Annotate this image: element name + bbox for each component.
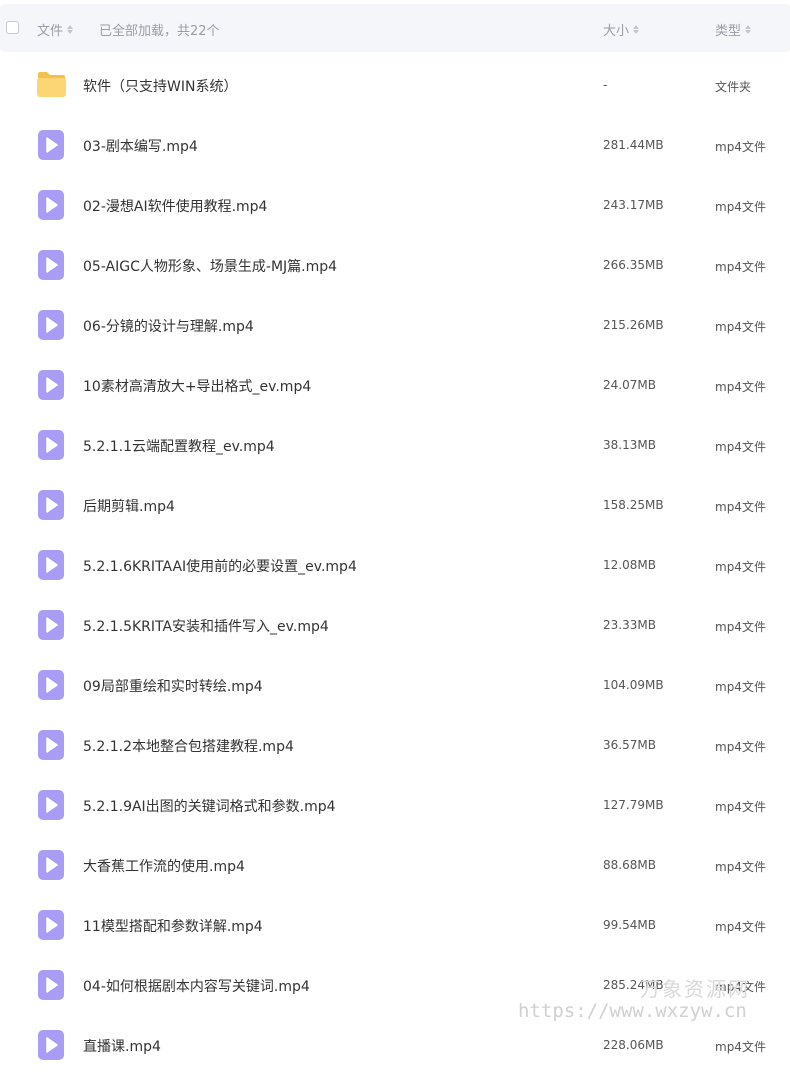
sort-arrows-icon	[67, 25, 74, 34]
file-row[interactable]: 10素材高清放大+导出格式_ev.mp4 24.07MB mp4文件	[0, 355, 790, 415]
file-type: mp4文件	[715, 680, 766, 694]
file-row[interactable]: 05-AIGC人物形象、场景生成-MJ篇.mp4 266.35MB mp4文件	[0, 235, 790, 295]
video-file-icon	[38, 310, 64, 340]
video-file-icon	[38, 550, 64, 580]
file-type: mp4文件	[715, 140, 766, 154]
file-name[interactable]: 5.2.1.2本地整合包搭建教程.mp4	[83, 736, 294, 756]
file-size: 266.35MB	[603, 258, 664, 272]
video-file-icon	[38, 190, 64, 220]
file-type: mp4文件	[715, 860, 766, 874]
video-file-icon	[38, 250, 64, 280]
file-list-header: 文件 已全部加载，共22个 大小 类型	[0, 4, 790, 52]
file-size: 23.33MB	[603, 618, 656, 632]
file-type: mp4文件	[715, 560, 766, 574]
file-size: 88.68MB	[603, 858, 656, 872]
video-file-icon	[38, 910, 64, 940]
file-row[interactable]: 5.2.1.1云端配置教程_ev.mp4 38.13MB mp4文件	[0, 415, 790, 475]
file-row[interactable]: 直播课.mp4 228.06MB mp4文件	[0, 1015, 790, 1075]
file-row[interactable]: 大香蕉工作流的使用.mp4 88.68MB mp4文件	[0, 835, 790, 895]
video-file-icon	[38, 850, 64, 880]
video-file-icon	[38, 1030, 64, 1060]
name-column-label: 文件	[37, 24, 64, 39]
file-name[interactable]: 大香蕉工作流的使用.mp4	[83, 856, 245, 876]
type-column-label: 类型	[715, 24, 742, 39]
video-file-icon	[38, 670, 64, 700]
file-name[interactable]: 04-如何根据剧本内容写关键词.mp4	[83, 976, 310, 996]
video-file-icon	[38, 730, 64, 760]
video-file-icon	[38, 490, 64, 520]
file-size: 228.06MB	[603, 1038, 664, 1052]
file-row[interactable]: 03-剧本编写.mp4 281.44MB mp4文件	[0, 115, 790, 175]
file-type: mp4文件	[715, 440, 766, 454]
file-size: 127.79MB	[603, 798, 664, 812]
folder-icon	[37, 72, 66, 97]
sort-arrows-icon	[633, 25, 640, 34]
file-size: 36.57MB	[603, 738, 656, 752]
sort-by-size[interactable]: 大小	[603, 20, 640, 39]
file-size: 12.08MB	[603, 558, 656, 572]
video-file-icon	[38, 130, 64, 160]
video-file-icon	[38, 430, 64, 460]
file-name[interactable]: 5.2.1.9AI出图的关键词格式和参数.mp4	[83, 796, 336, 816]
file-type: 文件夹	[715, 80, 752, 94]
file-row[interactable]: 后期剪辑.mp4 158.25MB mp4文件	[0, 475, 790, 535]
file-type: mp4文件	[715, 1040, 766, 1054]
file-size: 104.09MB	[603, 678, 664, 692]
file-size: -	[603, 78, 608, 92]
file-name[interactable]: 10素材高清放大+导出格式_ev.mp4	[83, 376, 311, 396]
sort-by-name[interactable]: 文件	[37, 20, 74, 39]
file-name[interactable]: 后期剪辑.mp4	[83, 496, 175, 516]
file-name[interactable]: 5.2.1.5KRITA安装和插件写入_ev.mp4	[83, 616, 329, 636]
file-type: mp4文件	[715, 500, 766, 514]
file-size: 281.44MB	[603, 138, 664, 152]
file-name[interactable]: 06-分镜的设计与理解.mp4	[83, 316, 254, 336]
file-name[interactable]: 直播课.mp4	[83, 1036, 161, 1056]
file-type: mp4文件	[715, 740, 766, 754]
file-row[interactable]: 02-漫想AI软件使用教程.mp4 243.17MB mp4文件	[0, 175, 790, 235]
file-name[interactable]: 5.2.1.1云端配置教程_ev.mp4	[83, 436, 275, 456]
file-type: mp4文件	[715, 200, 766, 214]
file-name[interactable]: 02-漫想AI软件使用教程.mp4	[83, 196, 267, 216]
file-row[interactable]: 软件（只支持WIN系统） - 文件夹	[0, 55, 790, 115]
load-status-text: 已全部加载，共22个	[99, 24, 220, 39]
size-column-label: 大小	[603, 24, 630, 39]
file-row[interactable]: 5.2.1.9AI出图的关键词格式和参数.mp4 127.79MB mp4文件	[0, 775, 790, 835]
file-size: 38.13MB	[603, 438, 656, 452]
file-row[interactable]: 5.2.1.2本地整合包搭建教程.mp4 36.57MB mp4文件	[0, 715, 790, 775]
file-type: mp4文件	[715, 620, 766, 634]
watermark-url: https://www.wxzyw.cn	[518, 1000, 747, 1022]
video-file-icon	[38, 610, 64, 640]
file-size: 24.07MB	[603, 378, 656, 392]
watermark-text: 万象资源网	[640, 977, 750, 1001]
file-name[interactable]: 5.2.1.6KRITAAI使用前的必要设置_ev.mp4	[83, 556, 357, 576]
file-name[interactable]: 03-剧本编写.mp4	[83, 136, 198, 156]
video-file-icon	[38, 370, 64, 400]
file-name[interactable]: 软件（只支持WIN系统）	[83, 76, 237, 96]
file-row[interactable]: 09局部重绘和实时转绘.mp4 104.09MB mp4文件	[0, 655, 790, 715]
file-row[interactable]: 06-分镜的设计与理解.mp4 215.26MB mp4文件	[0, 295, 790, 355]
file-size: 215.26MB	[603, 318, 664, 332]
select-all-checkbox[interactable]	[6, 21, 19, 34]
file-type: mp4文件	[715, 320, 766, 334]
file-name[interactable]: 05-AIGC人物形象、场景生成-MJ篇.mp4	[83, 256, 337, 276]
file-name[interactable]: 11模型搭配和参数详解.mp4	[83, 916, 263, 936]
file-list: 软件（只支持WIN系统） - 文件夹 03-剧本编写.mp4 281.44MB mp4文件…	[0, 55, 790, 1075]
file-type: mp4文件	[715, 920, 766, 934]
file-size: 243.17MB	[603, 198, 664, 212]
sort-arrows-icon	[745, 25, 752, 34]
file-type: mp4文件	[715, 260, 766, 274]
file-row[interactable]: 11模型搭配和参数详解.mp4 99.54MB mp4文件	[0, 895, 790, 955]
video-file-icon	[38, 790, 64, 820]
file-size: 158.25MB	[603, 498, 664, 512]
file-row[interactable]: 5.2.1.6KRITAAI使用前的必要设置_ev.mp4 12.08MB mp4文…	[0, 535, 790, 595]
file-type: mp4文件	[715, 380, 766, 394]
sort-by-type[interactable]: 类型	[715, 20, 752, 39]
file-name[interactable]: 09局部重绘和实时转绘.mp4	[83, 676, 263, 696]
file-row[interactable]: 5.2.1.5KRITA安装和插件写入_ev.mp4 23.33MB mp4文件	[0, 595, 790, 655]
video-file-icon	[38, 970, 64, 1000]
file-size: 99.54MB	[603, 918, 656, 932]
file-type: mp4文件	[715, 800, 766, 814]
